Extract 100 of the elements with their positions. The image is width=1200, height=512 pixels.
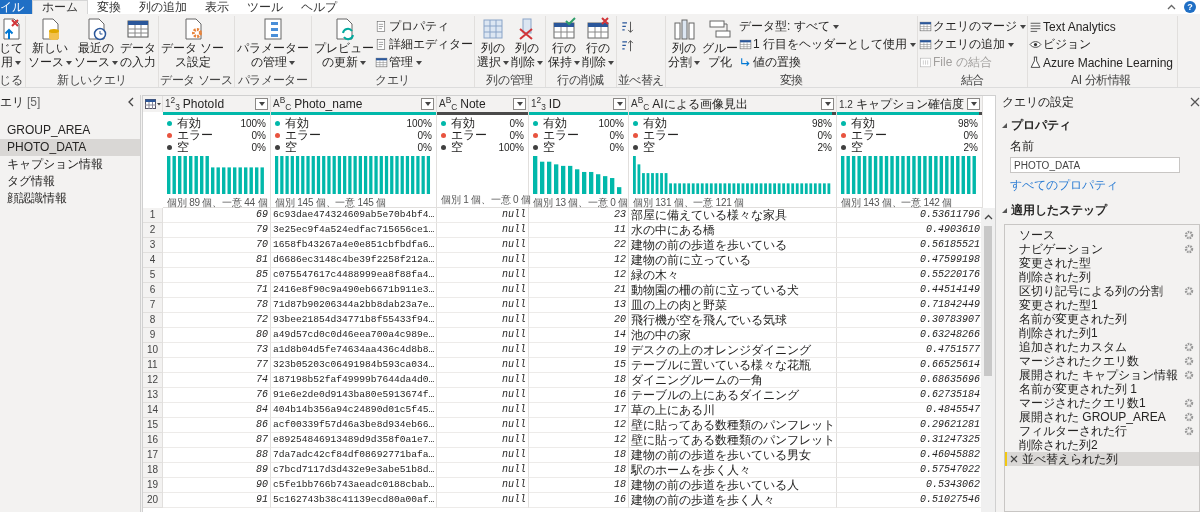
help-button[interactable]: ? xyxy=(1184,1,1196,13)
stat-label: 空 xyxy=(851,139,864,156)
column-header[interactable]: 1$^{2}$$_{3}$ ID xyxy=(529,96,628,112)
table-cell: 15 xyxy=(529,358,629,373)
column-header[interactable]: A$^{B}$$_{C}$ Photo_name xyxy=(271,96,436,112)
filter-button[interactable] xyxy=(613,98,626,110)
all-properties-link[interactable]: すべてのプロパティ xyxy=(1010,177,1200,194)
ribbon-button[interactable]: 列の 分割 xyxy=(666,16,701,70)
applied-step[interactable]: 展開された GROUP_AREA xyxy=(1005,410,1199,424)
column-header[interactable]: 1$^{2}$$_{3}$ PhotoId xyxy=(163,96,270,112)
applied-step[interactable]: フィルターされた行 xyxy=(1005,424,1199,438)
ribbon-tab[interactable]: ツール xyxy=(238,0,292,14)
ribbon-button[interactable]: じて 用 xyxy=(0,16,24,70)
applied-step[interactable]: ソース xyxy=(1005,228,1199,242)
column-header[interactable]: A$^{B}$$_{C}$ AIによる画像見出 xyxy=(629,96,836,112)
table-cell: c7bcd7117d3d432e9e3abe51b8d… xyxy=(271,463,437,478)
ribbon-button[interactable]: 最近の ソース xyxy=(73,16,119,70)
column-header[interactable]: 1.2 キャプション確信度 xyxy=(837,96,982,112)
ribbon-button[interactable]: クエリの追加 xyxy=(918,36,1026,53)
ribbon-button[interactable]: プロパティ xyxy=(374,18,473,35)
applied-step[interactable]: 名前が変更された列 xyxy=(1005,312,1199,326)
distinct-count: 個別 131 個、一意 121 個 xyxy=(633,196,745,208)
stat-label: 有効 xyxy=(451,114,476,130)
table-cell: テーブルの上にあるダイニング xyxy=(629,388,837,403)
ribbon-tab[interactable]: 列の追加 xyxy=(130,0,196,14)
ribbon-button[interactable]: 詳細エディター xyxy=(374,36,473,53)
ribbon-button[interactable]: ビジョン xyxy=(1028,36,1174,53)
filter-button[interactable] xyxy=(513,98,526,110)
table-cell: 皿の上の肉と野菜 xyxy=(629,298,837,313)
table-cell: 飛行機が空を飛んでいる気球 xyxy=(629,313,837,328)
column-split-icon xyxy=(671,17,696,41)
ribbon-tab[interactable]: 変換 xyxy=(88,0,130,14)
ribbon-button[interactable]: 列の 選択 xyxy=(475,16,510,70)
ribbon-button[interactable]: 1 行目をヘッダーとして使用 xyxy=(738,36,916,53)
table-menu-icon[interactable] xyxy=(144,99,161,109)
caret-icon xyxy=(258,102,265,106)
applied-step[interactable]: 削除された列2 xyxy=(1005,438,1199,452)
ribbon-button[interactable]: 行の 削除 xyxy=(580,16,615,70)
applied-step[interactable]: マージされたクエリ数 xyxy=(1005,354,1199,368)
scroll-up-icon[interactable] xyxy=(983,214,993,220)
ribbon-button[interactable]: 行の 保持 xyxy=(546,16,581,70)
filter-button[interactable] xyxy=(821,98,834,110)
table-cell: 19 xyxy=(529,343,629,358)
ribbon-button[interactable]: データ型: すべて xyxy=(738,18,916,35)
ribbon-button[interactable]: グルー プ化 xyxy=(700,16,739,70)
ribbon-button[interactable]: 管理 xyxy=(374,54,473,71)
ribbon-button[interactable]: 値の置換 xyxy=(738,54,916,71)
ribbon-button[interactable]: Azure Machine Learning xyxy=(1028,54,1174,71)
table-cell: 78 xyxy=(163,298,271,313)
ribbon-button[interactable]: データ の入力 xyxy=(119,16,157,70)
ribbon-button[interactable]: プレビュー の更新 xyxy=(312,16,375,70)
stat-label: 空 xyxy=(643,139,656,156)
column-header[interactable]: A$^{B}$$_{C}$ Note xyxy=(437,96,528,112)
collapse-triangle-icon[interactable] xyxy=(1002,123,1007,128)
query-item[interactable]: GROUP_AREA xyxy=(0,122,140,139)
applied-step[interactable]: 変更された型 xyxy=(1005,256,1199,270)
applied-step[interactable]: 変更された型1 xyxy=(1005,298,1199,312)
collapse-triangle-icon[interactable] xyxy=(1002,208,1007,213)
close-icon[interactable] xyxy=(1190,97,1200,107)
panel-title: エリ xyxy=(0,93,24,111)
ribbon-tab[interactable]: 表示 xyxy=(196,0,238,14)
ribbon-button[interactable]: データ ソー ス設定 xyxy=(160,16,226,70)
ribbon-tab[interactable]: ホーム xyxy=(32,0,88,14)
query-item[interactable]: タグ情報 xyxy=(0,173,140,190)
ribbon-tab[interactable]: イル xyxy=(0,0,32,14)
applied-step[interactable]: 展開された キャプション情報 xyxy=(1005,368,1199,382)
applied-step[interactable]: 削除された列 xyxy=(1005,270,1199,284)
ribbon-button[interactable]: 列の 削除 xyxy=(509,16,544,70)
gear-icon[interactable] xyxy=(1184,286,1194,296)
row-number: 17 xyxy=(143,448,163,463)
table-cell: 91 xyxy=(163,493,271,508)
ribbon-tab[interactable]: ヘルプ xyxy=(292,0,346,14)
filter-button[interactable] xyxy=(421,98,434,110)
ribbon-button[interactable]: パラメーター の管理 xyxy=(235,16,310,70)
applied-step[interactable]: 区切り記号による列の分割 xyxy=(1005,284,1199,298)
collapse-icon[interactable] xyxy=(128,97,134,107)
delete-icon[interactable] xyxy=(1010,455,1018,463)
applied-step[interactable]: 名前が変更された列 1 xyxy=(1005,382,1199,396)
applied-step[interactable]: 並べ替えられた列 xyxy=(1005,452,1199,466)
column-name: Photo_name xyxy=(294,97,364,111)
table-cell: null xyxy=(437,238,529,253)
table-cell: 77 xyxy=(163,358,271,373)
applied-step[interactable]: ナビゲーション xyxy=(1005,242,1199,256)
scrollbar[interactable] xyxy=(981,208,995,512)
row-number: 19 xyxy=(143,478,163,493)
caret-icon xyxy=(288,60,295,65)
ribbon-button[interactable]: Text Analytics xyxy=(1028,18,1174,35)
query-item[interactable]: キャプション情報 xyxy=(0,156,140,173)
filter-button[interactable] xyxy=(967,98,980,110)
filter-button[interactable] xyxy=(255,98,268,110)
row-number: 16 xyxy=(143,433,163,448)
applied-step[interactable]: 削除された列1 xyxy=(1005,326,1199,340)
ribbon-button[interactable]: クエリのマージ xyxy=(918,18,1026,35)
ribbon-button[interactable]: 新しい ソース xyxy=(27,16,73,70)
applied-step[interactable]: 追加されたカスタム xyxy=(1005,340,1199,354)
name-field[interactable]: PHOTO_DATA xyxy=(1010,157,1180,173)
applied-step[interactable]: マージされたクエリ数1 xyxy=(1005,396,1199,410)
collapse-ribbon-icon[interactable] xyxy=(1167,4,1176,10)
query-item[interactable]: PHOTO_DATA xyxy=(0,139,140,156)
query-item[interactable]: 顔認識情報 xyxy=(0,190,140,207)
